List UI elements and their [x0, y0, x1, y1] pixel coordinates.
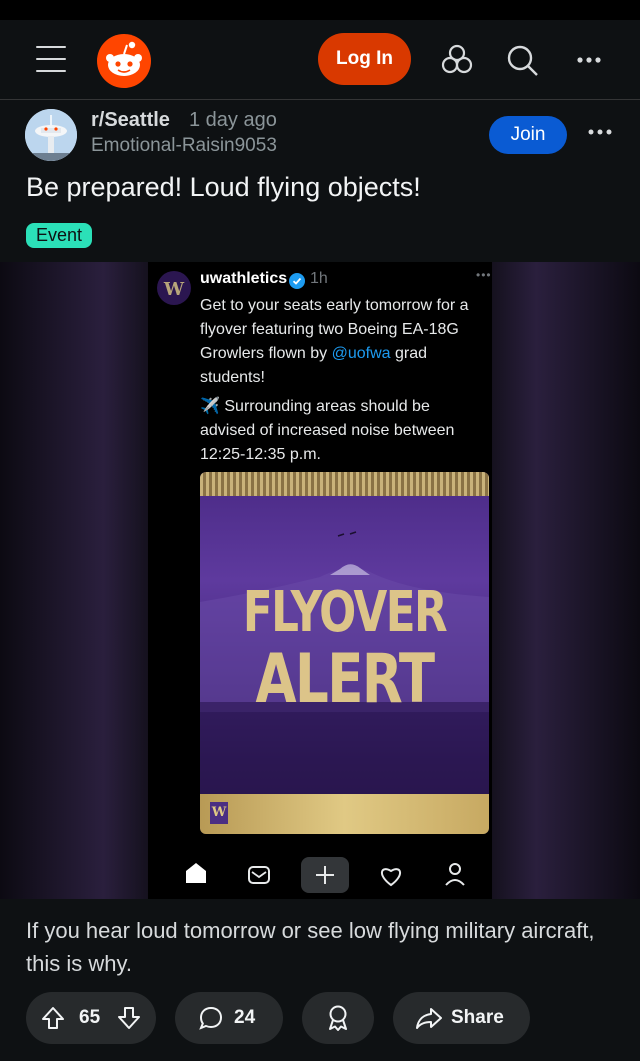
heart-icon	[381, 868, 401, 887]
svg-text:W: W	[163, 279, 185, 300]
share-label: Share	[451, 1007, 504, 1028]
upvote-icon[interactable]	[40, 1005, 66, 1031]
comment-count: 24	[234, 1007, 256, 1028]
flyover-poster: FLYOVER ALERT W	[200, 472, 489, 834]
post-body: If you hear loud tomorrow or see low fly…	[26, 918, 595, 976]
menu-icon[interactable]	[36, 46, 66, 74]
tweet-text-2: ✈️ Surrounding areas should be advised o…	[200, 398, 455, 463]
post-time: 1 day ago	[189, 109, 277, 131]
vote-pill: 65	[26, 992, 156, 1044]
poster-footer	[200, 794, 489, 834]
tweet-app-bottom-bar	[148, 845, 492, 899]
subreddit-avatar[interactable]	[25, 109, 77, 161]
poster-line-1: FLYOVER	[242, 580, 448, 645]
award-icon	[329, 1005, 347, 1031]
post-title[interactable]: Be prepared! Loud flying objects!	[26, 172, 421, 203]
post-header: r/Seattle 1 day ago Emotional-Raisin9053…	[0, 100, 640, 262]
explore-icon[interactable]	[437, 40, 477, 80]
tweet-username: uwathletics	[200, 270, 288, 287]
subreddit-name[interactable]: r/Seattle	[91, 109, 170, 132]
search-icon[interactable]	[502, 40, 542, 80]
award-button[interactable]	[302, 992, 374, 1044]
comment-icon	[199, 1006, 223, 1030]
post-flair[interactable]: Event	[26, 223, 93, 248]
post-media-image[interactable]: W uwathletics 1h ••• Get to your seats e…	[0, 262, 640, 899]
share-button[interactable]: Share	[393, 992, 530, 1044]
mail-icon	[248, 866, 270, 884]
poster-w-logo: W	[210, 802, 228, 824]
tweet-more-icon: •••	[476, 268, 492, 282]
upvote-count: 65	[79, 1007, 101, 1028]
media-blur-left	[0, 262, 148, 899]
reddit-logo[interactable]	[97, 34, 151, 88]
tweet-screenshot: W uwathletics 1h ••• Get to your seats e…	[148, 262, 492, 899]
tweet-text: Get to your seats early tomorrow for a f…	[200, 297, 469, 386]
login-button[interactable]: Log In	[318, 33, 411, 85]
home-icon	[186, 863, 206, 883]
tweet-time: 1h	[310, 270, 328, 287]
post-actions: 65 24 Share	[0, 992, 640, 1044]
status-bar	[0, 0, 640, 20]
tweet-mention: @uofwa	[331, 345, 391, 362]
share-icon	[416, 1008, 442, 1029]
media-blur-right	[492, 262, 640, 899]
more-options-icon[interactable]	[570, 40, 610, 80]
profile-icon	[449, 863, 461, 875]
next-post-peek	[0, 1056, 640, 1061]
poster-line-2: ALERT	[255, 640, 435, 719]
downvote-icon[interactable]	[116, 1005, 142, 1031]
comments-button[interactable]: 24	[175, 992, 283, 1044]
top-navigation-bar: Log In	[0, 20, 640, 100]
post-more-icon[interactable]	[586, 122, 614, 142]
post-author[interactable]: Emotional-Raisin9053	[91, 135, 277, 157]
tweet-avatar: W	[157, 271, 191, 305]
join-button[interactable]: Join	[489, 116, 567, 154]
verified-badge-icon	[289, 273, 305, 289]
